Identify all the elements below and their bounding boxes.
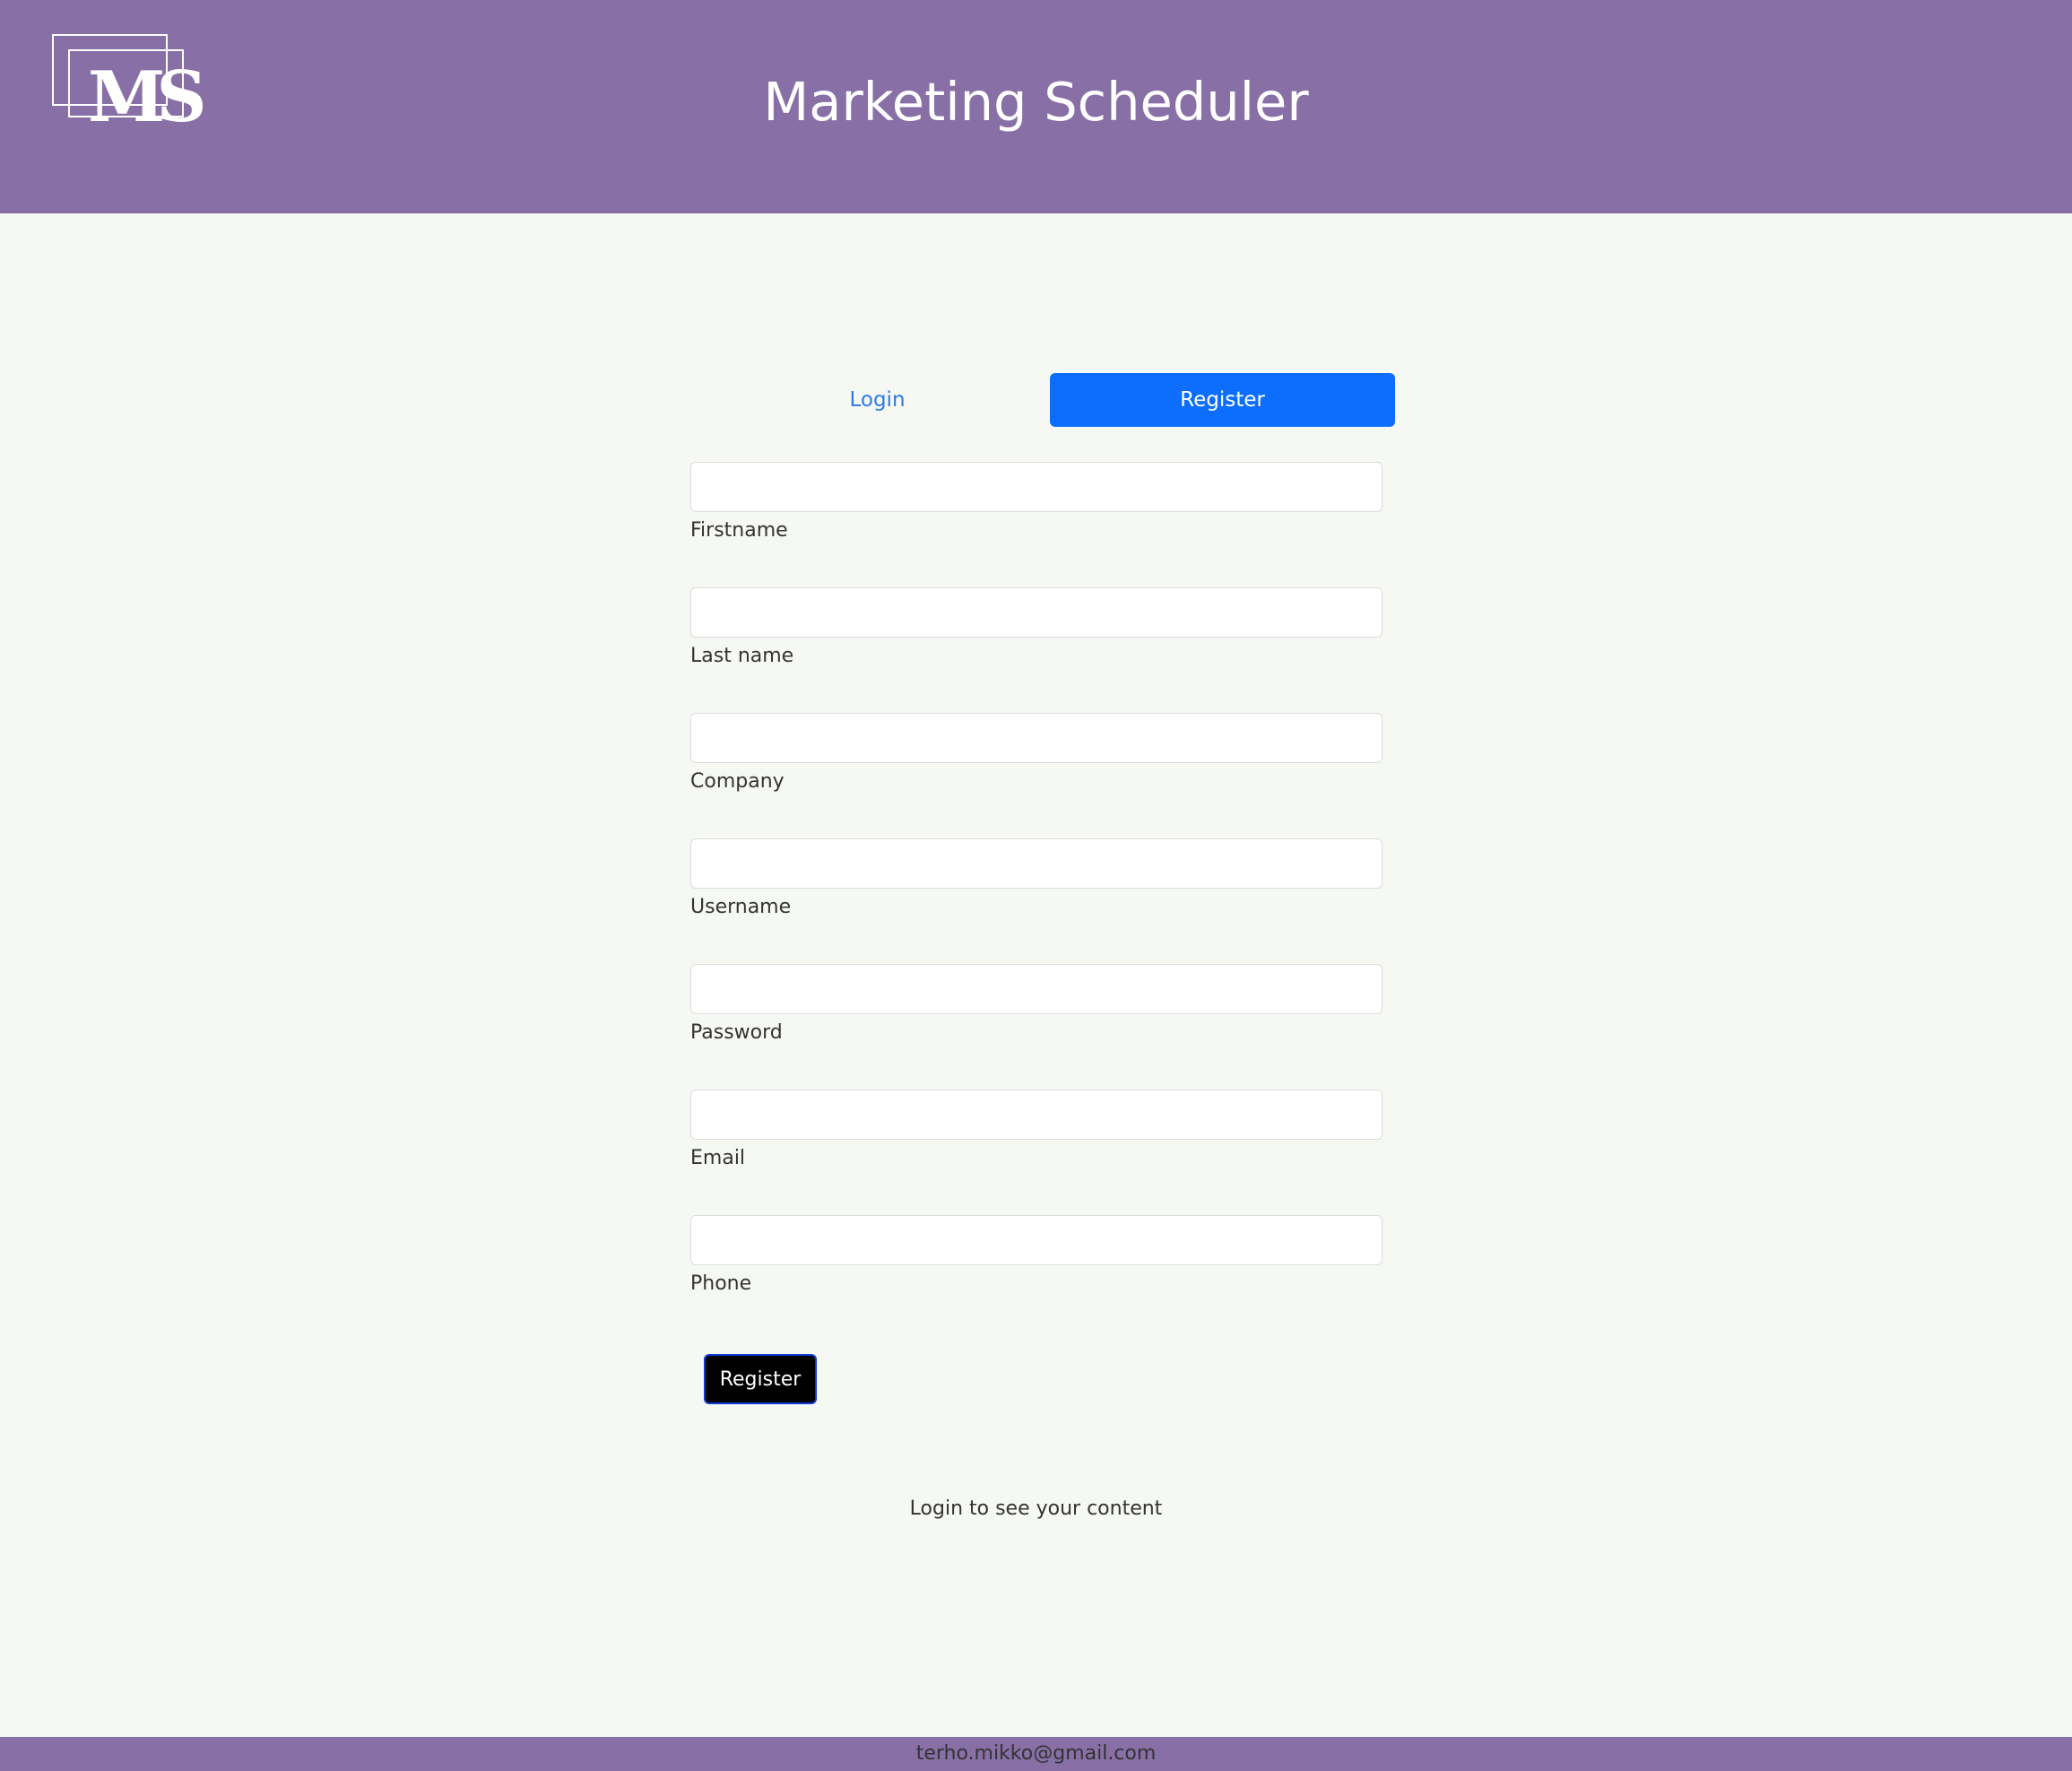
- company-input[interactable]: [690, 713, 1383, 763]
- firstname-field-group: Firstname: [690, 462, 1383, 587]
- firstname-input[interactable]: [690, 462, 1383, 512]
- company-field-group: Company: [690, 713, 1383, 838]
- tab-login[interactable]: Login: [705, 373, 1050, 427]
- lastname-label: Last name: [690, 645, 794, 667]
- auth-tabs: Login Register: [705, 373, 1395, 427]
- phone-label: Phone: [690, 1272, 752, 1295]
- email-field-group: Email: [690, 1090, 1383, 1215]
- email-label: Email: [690, 1147, 746, 1169]
- firstname-label: Firstname: [690, 519, 788, 542]
- password-label: Password: [690, 1021, 783, 1044]
- username-input[interactable]: [690, 838, 1383, 889]
- password-field-group: Password: [690, 964, 1383, 1090]
- phone-field-group: Phone: [690, 1215, 1383, 1341]
- header: MS Marketing Scheduler: [0, 0, 2072, 213]
- lastname-input[interactable]: [690, 587, 1383, 638]
- email-input[interactable]: [690, 1090, 1383, 1140]
- footer-email: terho.mikko@gmail.com: [915, 1742, 1157, 1765]
- footer: terho.mikko@gmail.com: [0, 1737, 2072, 1771]
- register-submit-button[interactable]: Register: [704, 1354, 817, 1404]
- username-label: Username: [690, 896, 792, 918]
- login-hint-text: Login to see your content: [909, 1498, 1163, 1520]
- company-label: Company: [690, 770, 785, 793]
- password-input[interactable]: [690, 964, 1383, 1014]
- page-title: Marketing Scheduler: [763, 71, 1309, 133]
- lastname-field-group: Last name: [690, 587, 1383, 713]
- tab-register[interactable]: Register: [1050, 373, 1395, 427]
- phone-input[interactable]: [690, 1215, 1383, 1265]
- username-field-group: Username: [690, 838, 1383, 964]
- register-form: Firstname Last name Company Username Pas…: [690, 462, 1383, 1341]
